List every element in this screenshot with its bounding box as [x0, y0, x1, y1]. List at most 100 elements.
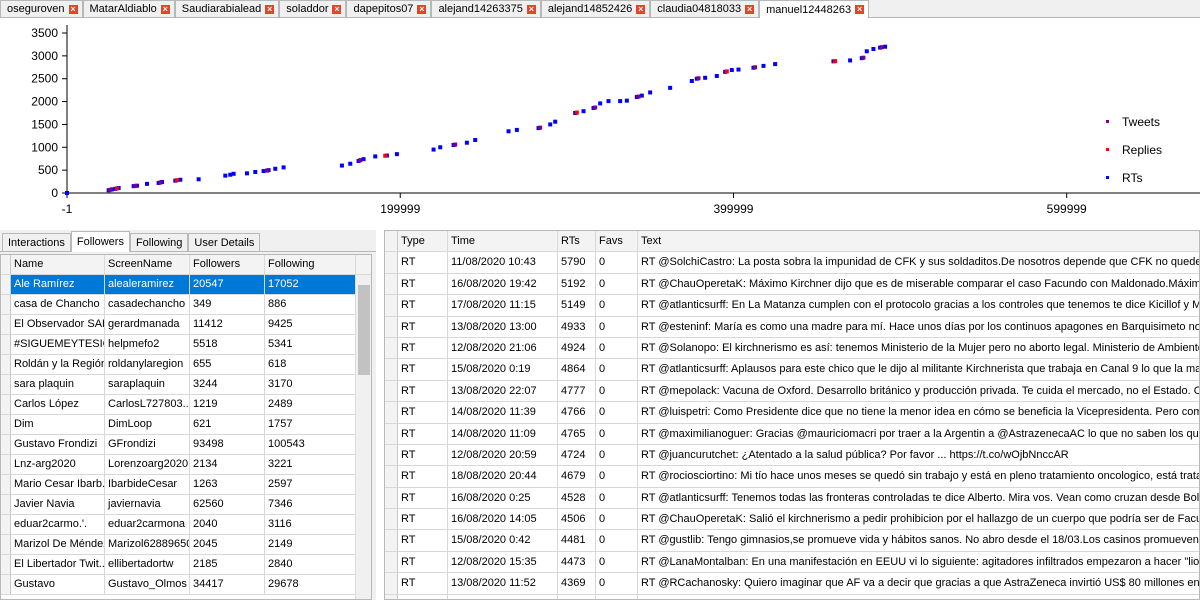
table-row[interactable]: RT 12/08/2020 21:06 4924 0 RT @Solanopo: El …	[385, 337, 1199, 360]
column-header[interactable]: Following	[265, 255, 356, 274]
table-row[interactable]: RT 18/08/2020 20:44 4679 0 RT @rociosciortin…	[385, 466, 1199, 488]
row-header-cell[interactable]	[1, 455, 11, 474]
table-row[interactable]: Marizol De Méndez Marizol62889650 2045 2149	[1, 535, 371, 555]
column-header[interactable]: Text	[638, 231, 1199, 251]
close-icon[interactable]: ×	[745, 4, 755, 14]
row-header-cell[interactable]	[385, 530, 398, 551]
close-icon[interactable]: ×	[417, 4, 427, 14]
close-icon[interactable]: ×	[265, 4, 275, 14]
table-row[interactable]: Lnz-arg2020 Lorenzoarg2020 2134 3221	[1, 455, 371, 475]
table-row[interactable]: El Libertador Twit... ellibertadortw 2185 2…	[1, 555, 371, 575]
tab-interactions[interactable]: Interactions	[2, 233, 71, 251]
row-header-cell[interactable]	[385, 423, 398, 444]
row-header-cell[interactable]	[385, 316, 398, 337]
row-header-cell[interactable]	[1, 475, 11, 494]
table-row[interactable]: RT 13/08/2020 22:07 4777 0 RT @mepolack: Vac…	[385, 380, 1199, 403]
row-header-cell[interactable]	[1, 295, 11, 314]
row-header-cell[interactable]	[385, 402, 398, 423]
scrollbar-thumb[interactable]	[358, 285, 370, 375]
tab-followers[interactable]: Followers	[70, 231, 130, 252]
table-row[interactable]: RT 15/08/2020 0:42 4481 0 RT @gustlib: Tengo…	[385, 530, 1199, 552]
row-header-cell[interactable]	[385, 252, 398, 273]
table-row[interactable]: RT 11/08/2020 10:43 5790 0 RT @SolchiCastro:…	[385, 252, 1199, 274]
row-header-cell[interactable]	[385, 573, 398, 594]
table-row[interactable]: RT 17/08/2020 11:15 5149 0 RT @atlanticsurff…	[385, 295, 1199, 317]
row-header-cell[interactable]	[385, 273, 398, 295]
table-row[interactable]: Mario Cesar Ibarb... IbarbideCesar 1263 259…	[1, 475, 371, 495]
row-header-cell[interactable]	[1, 315, 11, 334]
table-row[interactable]: RT 13/08/2020 11:52 4369 0 RT @RCachanosky: …	[385, 573, 1199, 595]
user-tab[interactable]: oseguroven ×	[0, 0, 83, 17]
table-row[interactable]: RT 13/08/2020 13:00 4933 0 RT @esteninf: Mar…	[385, 316, 1199, 338]
table-row[interactable]: RT 12/08/2020 15:35 4473 0 RT @LanaMontalban…	[385, 551, 1199, 574]
row-header-cell[interactable]	[1, 415, 11, 434]
column-header[interactable]: ScreenName	[105, 255, 190, 274]
user-tab[interactable]: alejand14852426 ×	[540, 0, 651, 17]
table-row[interactable]: RT14/08/2020 11:0943280RT @mausorio: Par…	[385, 594, 1199, 599]
close-icon[interactable]: ×	[160, 4, 170, 14]
table-row[interactable]: El Observador SAK gerardmanada 11412 9425	[1, 315, 371, 335]
table-row[interactable]: RT 14/08/2020 11:09 4765 0 RT @maximilianogu…	[385, 423, 1199, 445]
close-icon[interactable]: ×	[526, 4, 536, 14]
column-header[interactable]: Name	[11, 255, 105, 274]
row-header-cell[interactable]	[1, 495, 11, 514]
table-row[interactable]: RT 12/08/2020 20:59 4724 0 RT @juancurutchet…	[385, 444, 1199, 467]
row-header-cell[interactable]	[1, 435, 11, 454]
column-header[interactable]: Type	[398, 231, 448, 252]
user-tab[interactable]: soladdor ×	[279, 0, 347, 17]
row-header-cell[interactable]	[385, 380, 398, 402]
column-header[interactable]: Time	[448, 231, 558, 252]
table-row[interactable]: Gustavo Gustavo_Olmos 34417 29678	[1, 575, 371, 595]
table-row[interactable]: eduar2carmo.'. eduar2carmona 2040 3116	[1, 515, 371, 535]
table-row[interactable]: Dim DimLoop 621 1757	[1, 415, 371, 435]
row-header-cell[interactable]	[385, 487, 398, 509]
row-header-cell[interactable]	[385, 444, 398, 466]
table-row[interactable]: Roldán y la Región roldanylaregion 655 618	[1, 355, 371, 375]
tab-user-details[interactable]: User Details	[188, 233, 261, 251]
row-header-cell[interactable]	[385, 359, 398, 380]
user-tab[interactable]: Saudiarabialead ×	[174, 0, 280, 17]
close-icon[interactable]: ×	[636, 4, 646, 14]
close-icon[interactable]: ×	[855, 5, 865, 14]
user-tab[interactable]: MatarAldiablo ×	[82, 0, 175, 17]
row-header-cell[interactable]	[1, 555, 11, 574]
row-header-cell[interactable]	[385, 594, 398, 599]
close-icon[interactable]: ×	[68, 4, 78, 14]
table-row[interactable]: Ale Ramírez alealeramirez 20547 17052	[1, 275, 371, 295]
table-row[interactable]: Javier Navia javiernavia 62560 7346	[1, 495, 371, 515]
user-tab[interactable]: alejand14263375 ×	[431, 0, 541, 17]
table-row[interactable]: RT 14/08/2020 11:39 4766 0 RT @luispetri: Co…	[385, 402, 1199, 424]
followers-scrollbar[interactable]	[355, 275, 371, 599]
row-header-cell[interactable]	[1, 375, 11, 394]
row-header-cell[interactable]	[1, 535, 11, 554]
table-row[interactable]: casa de Chancho casadechancho 349 886	[1, 295, 371, 315]
table-row[interactable]: Gustavo Frondizi GFrondizi 93498 100543	[1, 435, 371, 455]
table-row[interactable]: RT 16/08/2020 0:25 4528 0 RT @atlanticsurff:…	[385, 487, 1199, 510]
user-tab[interactable]: dapepitos07 ×	[346, 0, 432, 17]
user-tab[interactable]: claudia04818033 ×	[650, 0, 760, 17]
row-header-cell[interactable]	[1, 395, 11, 414]
tab-following[interactable]: Following	[129, 233, 189, 251]
row-header-cell[interactable]	[1, 575, 11, 594]
user-tab[interactable]: manuel12448263 ×	[759, 0, 870, 18]
tweets-grid[interactable]: Type Time RTs Favs Text RT 11/08/2020 10:43 579…	[384, 230, 1200, 600]
row-header-cell[interactable]	[1, 355, 11, 374]
table-row[interactable]: #SIGUEMEYTESIG...helpmefo255185341	[1, 335, 371, 355]
row-header-cell[interactable]	[1, 515, 11, 534]
table-row[interactable]: RT 16/08/2020 19:42 5192 0 RT @ChauOperetaK:…	[385, 273, 1199, 296]
row-header-cell[interactable]	[385, 337, 398, 359]
table-row[interactable]: sara plaquin saraplaquin 3244 3170	[1, 375, 371, 395]
column-header[interactable]: RTs	[558, 231, 596, 252]
row-header-cell[interactable]	[385, 466, 398, 487]
row-header-cell[interactable]	[385, 295, 398, 316]
close-icon[interactable]: ×	[332, 4, 342, 14]
row-header-cell[interactable]	[1, 335, 11, 354]
column-header[interactable]: Followers	[190, 255, 265, 274]
row-header-cell[interactable]	[1, 275, 11, 294]
followers-grid[interactable]: Name ScreenName Followers Following Ale Ramí…	[0, 254, 372, 600]
row-header-cell[interactable]	[385, 551, 398, 573]
table-row[interactable]: RT 15/08/2020 0:19 4864 0 RT @atlanticsurff:…	[385, 359, 1199, 381]
table-row[interactable]: RT 16/08/2020 14:05 4506 0 RT @ChauOperetaK:…	[385, 509, 1199, 531]
column-header[interactable]: Favs	[596, 231, 638, 252]
row-header-cell[interactable]	[385, 509, 398, 530]
